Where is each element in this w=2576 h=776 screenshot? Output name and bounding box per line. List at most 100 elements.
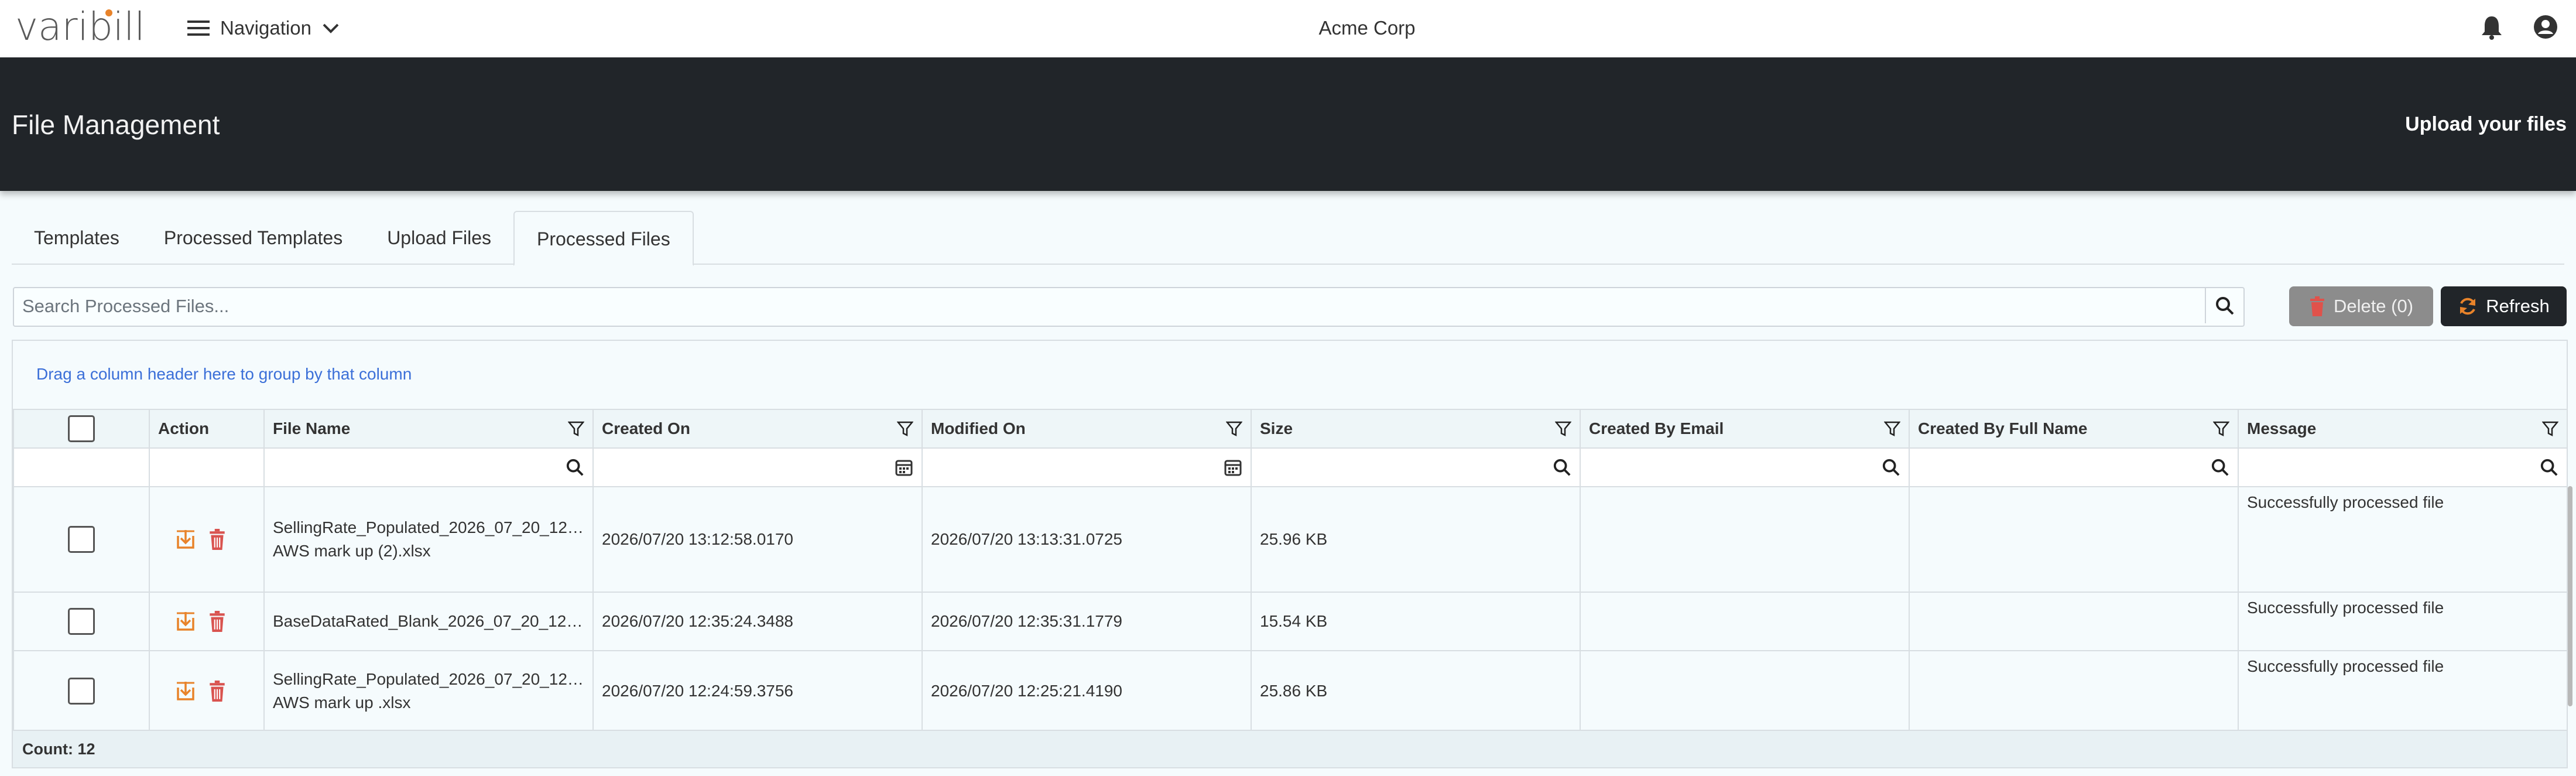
- filter-icon[interactable]: [568, 421, 584, 437]
- row-checkbox[interactable]: [68, 678, 95, 705]
- filter-icon[interactable]: [1884, 421, 1900, 437]
- tab-processed-files[interactable]: Processed Files: [513, 211, 694, 266]
- row-select-cell: [13, 592, 150, 651]
- filter-created-on[interactable]: [592, 447, 923, 487]
- vertical-scrollbar[interactable]: [2568, 486, 2572, 706]
- column-header-created-by-email[interactable]: Created By Email: [1580, 409, 1910, 449]
- file-name: SellingRate_Populated_2026_07_20_12_17..…: [273, 518, 584, 536]
- column-header-created-on[interactable]: Created On: [592, 409, 923, 449]
- table-row[interactable]: BaseDataRated_Blank_2026_07_20_12_25_...…: [13, 592, 2568, 651]
- created-by-email-cell: [1580, 592, 1910, 651]
- search-icon: [2216, 297, 2234, 315]
- grid-footer: Count: 12: [13, 730, 2567, 767]
- table-row[interactable]: SellingRate_Populated_2026_07_20_12_17..…: [13, 650, 2568, 732]
- search-icon: [2211, 459, 2229, 476]
- delete-button[interactable]: Delete (0): [2289, 286, 2433, 326]
- column-header-message[interactable]: Message: [2238, 409, 2568, 449]
- modified-on-cell: 2026/07/20 13:13:31.0725: [922, 486, 1252, 593]
- hamburger-icon: [187, 20, 210, 36]
- logo-mark: varibill: [15, 6, 145, 47]
- calendar-icon: [1224, 460, 1242, 476]
- column-label: Modified On: [931, 419, 1026, 437]
- row-checkbox[interactable]: [68, 526, 95, 553]
- group-panel[interactable]: Drag a column header here to group by th…: [13, 341, 2567, 409]
- filter-created-by-full-name[interactable]: [1909, 447, 2239, 487]
- message-cell: Successfully processed file: [2238, 486, 2568, 593]
- filter-icon[interactable]: [897, 421, 913, 437]
- varibill-logo[interactable]: varibill: [15, 6, 162, 47]
- action-cell: [149, 650, 265, 732]
- filter-size[interactable]: [1251, 447, 1581, 487]
- record-count: Count: 12: [22, 740, 95, 758]
- filter-file-name[interactable]: [263, 447, 594, 487]
- filter-icon[interactable]: [1555, 421, 1571, 437]
- filter-cell-empty: [13, 447, 150, 487]
- created-by-email-cell: [1580, 486, 1910, 593]
- tab-templates[interactable]: Templates: [12, 211, 142, 262]
- download-icon[interactable]: [176, 529, 196, 550]
- header-row: Action File Name Created On Modified On …: [13, 409, 2568, 449]
- tab-processed-templates[interactable]: Processed Templates: [142, 211, 365, 262]
- select-all-header: [13, 409, 150, 449]
- refresh-button[interactable]: Refresh: [2441, 286, 2567, 326]
- filter-created-by-email[interactable]: [1580, 447, 1910, 487]
- column-header-modified-on[interactable]: Modified On: [922, 409, 1252, 449]
- message-cell: Successfully processed file: [2238, 592, 2568, 651]
- search-icon: [1882, 459, 1900, 476]
- select-all-checkbox[interactable]: [68, 415, 95, 442]
- user-account-icon[interactable]: [2533, 14, 2558, 40]
- search-icon: [2540, 459, 2558, 476]
- created-on-cell: 2026/07/20 13:12:58.0170: [592, 486, 923, 593]
- filter-icon[interactable]: [2542, 421, 2558, 437]
- file-name-cell: SellingRate_Populated_2026_07_20_12_17..…: [263, 650, 594, 732]
- delete-label: Delete (0): [2333, 296, 2414, 316]
- trash-icon[interactable]: [208, 529, 226, 550]
- column-header-size[interactable]: Size: [1251, 409, 1581, 449]
- file-name: BaseDataRated_Blank_2026_07_20_12_25_...: [273, 612, 584, 630]
- trash-icon: [2310, 296, 2324, 316]
- row-select-cell: [13, 486, 150, 593]
- search-input[interactable]: [21, 288, 2190, 324]
- filter-icon[interactable]: [1226, 421, 1242, 437]
- filter-icon[interactable]: [2213, 421, 2229, 437]
- trash-icon[interactable]: [208, 611, 226, 632]
- column-header-file-name[interactable]: File Name: [263, 409, 594, 449]
- bell-icon[interactable]: [2480, 14, 2503, 40]
- processed-files-grid: Drag a column header here to group by th…: [12, 340, 2568, 768]
- filter-modified-on[interactable]: [922, 447, 1252, 487]
- trash-icon[interactable]: [208, 681, 226, 702]
- search-icon: [566, 459, 584, 476]
- size-cell: 25.86 KB: [1251, 650, 1581, 732]
- column-label: Size: [1260, 419, 1293, 437]
- filter-message[interactable]: [2238, 447, 2568, 487]
- table-row[interactable]: SellingRate_Populated_2026_07_20_12_17..…: [13, 486, 2568, 593]
- created-by-email-cell: [1580, 650, 1910, 732]
- message-cell: Successfully processed file: [2238, 650, 2568, 732]
- filter-row: [13, 447, 2568, 487]
- file-name: SellingRate_Populated_2026_07_20_12_17..…: [273, 670, 584, 688]
- row-checkbox[interactable]: [68, 608, 95, 635]
- created-on-cell: 2026/07/20 12:24:59.3756: [592, 650, 923, 732]
- download-icon[interactable]: [176, 681, 196, 702]
- modified-on-cell: 2026/07/20 12:25:21.4190: [922, 650, 1252, 732]
- search-bar: [13, 287, 2245, 327]
- filter-cell-empty: [149, 447, 265, 487]
- group-hint: Drag a column header here to group by th…: [36, 365, 412, 383]
- column-label: File Name: [273, 419, 351, 437]
- tab-upload-files[interactable]: Upload Files: [365, 211, 513, 262]
- size-cell: 15.54 KB: [1251, 592, 1581, 651]
- upload-files-link[interactable]: Upload your files: [2405, 113, 2567, 136]
- calendar-icon: [895, 460, 913, 476]
- column-header-created-by-full-name[interactable]: Created By Full Name: [1909, 409, 2239, 449]
- search-button[interactable]: [2205, 288, 2243, 323]
- download-icon[interactable]: [176, 611, 196, 632]
- column-label: Created On: [602, 419, 690, 437]
- column-header-action[interactable]: Action: [149, 409, 265, 449]
- created-by-full-name-cell: [1909, 592, 2239, 651]
- tab-bar: Templates Processed Templates Upload Fil…: [12, 211, 2564, 266]
- navigation-menu[interactable]: Navigation: [187, 13, 340, 43]
- column-label: Message: [2247, 419, 2317, 437]
- created-on-cell: 2026/07/20 12:35:24.3488: [592, 592, 923, 651]
- modified-on-cell: 2026/07/20 12:35:31.1779: [922, 592, 1252, 651]
- column-label: Created By Full Name: [1918, 419, 2088, 437]
